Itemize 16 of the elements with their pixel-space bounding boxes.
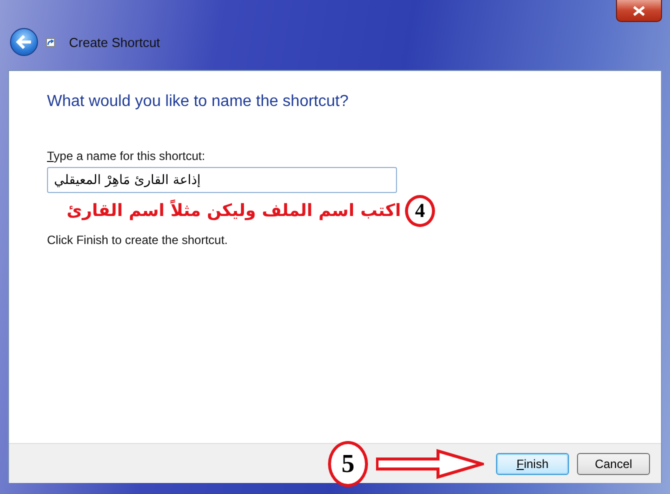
annotation-note: اكتب اسم الملف وليكن مثلاً اسم القارئ	[66, 201, 401, 221]
back-button[interactable]	[10, 28, 38, 56]
close-button[interactable]	[616, 0, 662, 22]
step-number-badge: 4	[405, 195, 435, 227]
cancel-button[interactable]: Cancel	[577, 452, 650, 474]
window-title: Create Shortcut	[69, 34, 160, 50]
instruction-text: Click Finish to create the shortcut.	[47, 233, 229, 247]
step-number-badge: 5	[328, 440, 368, 486]
shortcut-icon	[46, 38, 55, 46]
back-arrow-icon	[16, 35, 32, 49]
field-label: Type a name for this shortcut:	[47, 149, 206, 163]
close-icon	[633, 6, 645, 16]
wizard-heading: What would you like to name the shortcut?	[47, 93, 350, 111]
name-input-field[interactable]: إذاعة القارئ مَاهِرْ المعيقلي	[47, 167, 397, 193]
finish-button[interactable]: Finish	[496, 452, 569, 474]
arrow-icon	[376, 448, 484, 478]
